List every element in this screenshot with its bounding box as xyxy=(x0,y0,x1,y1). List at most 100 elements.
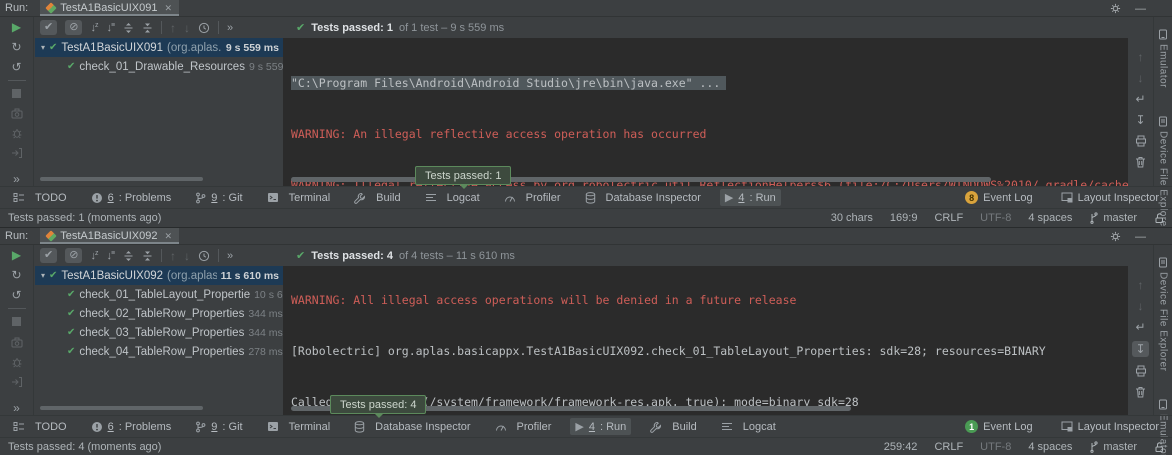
clear-console-icon[interactable] xyxy=(1135,155,1146,169)
rerun-icon[interactable]: ↻ xyxy=(11,268,21,282)
hide-icon[interactable]: — xyxy=(1135,3,1146,15)
event-log-button[interactable]: 8Event Log xyxy=(960,189,1038,206)
toolwindow-build[interactable]: Build xyxy=(349,190,405,206)
caret-position-widget[interactable]: 169:9 xyxy=(890,212,918,224)
up-stacktrace-icon[interactable]: ↑ xyxy=(1138,278,1144,292)
status-message[interactable]: Tests passed: 1 (moments ago) xyxy=(8,212,161,224)
layout-inspector-button[interactable]: Layout Inspector xyxy=(1056,190,1164,206)
more-icon[interactable]: » xyxy=(227,250,233,262)
gear-icon[interactable] xyxy=(1110,3,1121,14)
indent-widget[interactable]: 4 spaces xyxy=(1028,212,1072,224)
collapse-all-icon[interactable] xyxy=(142,250,153,262)
show-passed-icon[interactable]: ✔ xyxy=(40,248,57,263)
tree-hscrollbar[interactable] xyxy=(40,177,203,181)
close-icon[interactable]: ✕ xyxy=(164,231,172,242)
expand-all-icon[interactable] xyxy=(123,250,134,262)
sort-alphabetically-icon[interactable]: ↓z xyxy=(90,250,98,262)
test-tree-root[interactable]: ▾ ✔ TestA1BasicUIX092 (org.aplas.basica … xyxy=(35,266,283,285)
strip-item-emulator[interactable]: Emulator xyxy=(1158,29,1169,88)
bug-icon[interactable] xyxy=(11,355,23,369)
rerun-failed-icon[interactable]: ↺ xyxy=(11,60,21,74)
test-tree-item[interactable]: ✔ check_01_TableLayout_Propertie 10 s 64… xyxy=(35,285,283,304)
toolwindow-terminal[interactable]: Terminal xyxy=(262,190,336,206)
up-stacktrace-icon[interactable]: ↑ xyxy=(1138,50,1144,64)
chevron-down-icon[interactable]: ▾ xyxy=(41,43,45,52)
encoding-widget[interactable]: UTF-8 xyxy=(980,212,1011,224)
soft-wrap-icon[interactable]: ↵ xyxy=(1135,92,1145,106)
tree-hscrollbar[interactable] xyxy=(40,406,203,410)
rerun-button[interactable]: ▶ xyxy=(12,248,21,262)
show-ignored-icon[interactable]: ⊘ xyxy=(65,20,82,35)
console-hscrollbar[interactable] xyxy=(291,177,991,182)
down-stacktrace-icon[interactable]: ↓ xyxy=(1138,299,1144,313)
import-test-results-icon[interactable] xyxy=(11,146,23,160)
test-tree-item[interactable]: ✔ check_02_TableRow_Properties 344 ms xyxy=(35,304,283,323)
bug-icon[interactable] xyxy=(11,126,23,140)
toolwindow-todo[interactable]: TODO xyxy=(8,190,72,206)
run-tab[interactable]: TestA1BasicUIX091 ✕ xyxy=(40,0,179,16)
test-tree-item[interactable]: ✔ check_04_TableRow_Properties 278 ms xyxy=(35,342,283,361)
sort-by-duration-icon[interactable]: ↓≡ xyxy=(106,250,115,262)
collapse-all-icon[interactable] xyxy=(142,22,153,34)
soft-wrap-icon[interactable]: ↵ xyxy=(1135,320,1145,334)
close-icon[interactable]: ✕ xyxy=(164,3,172,14)
test-history-icon[interactable] xyxy=(198,250,210,262)
toolwindow-profiler[interactable]: Profiler xyxy=(490,419,557,435)
next-occurrence-icon[interactable]: ↓ xyxy=(184,248,190,263)
scroll-to-end-icon[interactable]: ↧ xyxy=(1135,113,1145,127)
lock-icon[interactable] xyxy=(1154,212,1164,224)
print-icon[interactable] xyxy=(1135,364,1147,378)
gear-icon[interactable] xyxy=(1110,231,1121,242)
event-log-button[interactable]: 1Event Log xyxy=(960,418,1038,435)
line-ending-widget[interactable]: CRLF xyxy=(934,212,963,224)
toolwindow-database-inspector[interactable]: Database Inspector xyxy=(580,190,706,206)
caret-position-widget[interactable]: 259:42 xyxy=(884,441,918,453)
toolwindow-problems[interactable]: 6: Problems xyxy=(86,419,177,435)
chevrons-icon[interactable]: » xyxy=(13,172,20,186)
previous-occurrence-icon[interactable]: ↑ xyxy=(170,20,176,35)
lock-icon[interactable] xyxy=(1154,441,1164,453)
previous-occurrence-icon[interactable]: ↑ xyxy=(170,248,176,263)
toolwindow-run[interactable]: ▶4: Run xyxy=(720,189,781,206)
toolwindow-git[interactable]: 9: Git xyxy=(190,419,247,435)
test-tree-root[interactable]: ▾ ✔ TestA1BasicUIX091 (org.aplas.basica … xyxy=(35,38,283,57)
status-message[interactable]: Tests passed: 4 (moments ago) xyxy=(8,441,161,453)
more-icon[interactable]: » xyxy=(227,22,233,34)
chevron-down-icon[interactable]: ▾ xyxy=(41,271,45,280)
toolwindow-database-inspector[interactable]: Database Inspector xyxy=(349,419,475,435)
toolwindow-terminal[interactable]: Terminal xyxy=(262,419,336,435)
screenshot-icon[interactable] xyxy=(11,335,23,349)
sort-alphabetically-icon[interactable]: ↓z xyxy=(90,22,98,34)
toolwindow-profiler[interactable]: Profiler xyxy=(499,190,566,206)
show-ignored-icon[interactable]: ⊘ xyxy=(65,248,82,263)
rerun-failed-icon[interactable]: ↺ xyxy=(11,288,21,302)
chevrons-icon[interactable]: » xyxy=(13,401,20,415)
import-test-results-icon[interactable] xyxy=(11,375,23,389)
show-passed-icon[interactable]: ✔ xyxy=(40,20,57,35)
chars-widget[interactable]: 30 chars xyxy=(831,212,873,224)
toolwindow-build[interactable]: Build xyxy=(645,419,701,435)
toolwindow-todo[interactable]: TODO xyxy=(8,419,72,435)
rerun-icon[interactable]: ↻ xyxy=(11,40,21,54)
git-branch-widget[interactable]: master xyxy=(1089,441,1137,453)
strip-item-device-file-explorer[interactable]: Device File Explorer xyxy=(1158,257,1169,371)
scroll-to-end-icon[interactable]: ↧ xyxy=(1132,341,1148,357)
layout-inspector-button[interactable]: Layout Inspector xyxy=(1056,419,1164,435)
rerun-button[interactable]: ▶ xyxy=(12,20,21,34)
sort-by-duration-icon[interactable]: ↓≡ xyxy=(106,22,115,34)
test-tree-item[interactable]: ✔ check_03_TableRow_Properties 344 ms xyxy=(35,323,283,342)
encoding-widget[interactable]: UTF-8 xyxy=(980,441,1011,453)
toolwindow-git[interactable]: 9: Git xyxy=(190,190,247,206)
test-tree-item[interactable]: ✔ check_01_Drawable_Resources 9 s 559 ms xyxy=(35,57,283,76)
down-stacktrace-icon[interactable]: ↓ xyxy=(1138,71,1144,85)
toolwindow-logcat[interactable]: Logcat xyxy=(716,419,781,435)
indent-widget[interactable]: 4 spaces xyxy=(1028,441,1072,453)
screenshot-icon[interactable] xyxy=(11,107,23,121)
test-history-icon[interactable] xyxy=(198,22,210,34)
line-ending-widget[interactable]: CRLF xyxy=(934,441,963,453)
toolwindow-run[interactable]: ▶4: Run xyxy=(570,418,631,435)
next-occurrence-icon[interactable]: ↓ xyxy=(184,20,190,35)
hide-icon[interactable]: — xyxy=(1135,231,1146,243)
expand-all-icon[interactable] xyxy=(123,22,134,34)
git-branch-widget[interactable]: master xyxy=(1089,212,1137,224)
